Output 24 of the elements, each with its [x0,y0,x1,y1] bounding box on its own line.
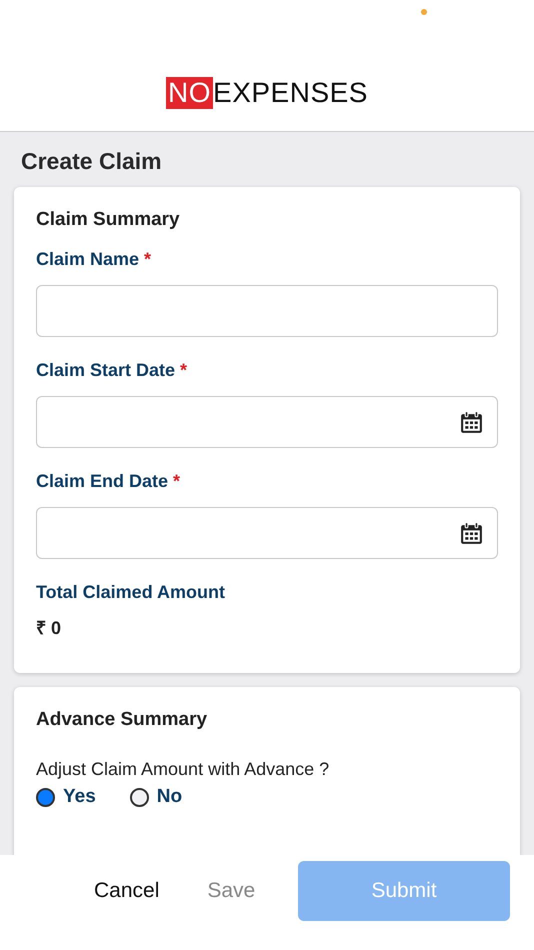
field-label: Claim Name * [36,249,152,270]
calendar-icon[interactable] [459,520,484,546]
input-field[interactable] [36,285,498,337]
radio-icon[interactable] [130,788,149,806]
field-label: Claim End Date * [36,471,182,492]
required-mark: * [143,249,152,269]
logo: NOEXPENSES [166,77,368,109]
calendar-icon[interactable] [459,410,484,434]
text-button[interactable]: Cancel [70,861,184,921]
total-amount: ₹ 0 [36,617,62,639]
required-mark: * [179,360,188,380]
page-title: Create Claim [20,147,163,176]
input-field[interactable] [36,507,498,559]
total-label: Total Claimed Amount [36,582,226,603]
status-dot-icon [421,9,427,15]
radio-icon[interactable] [36,788,55,806]
question-text: Adjust Claim Amount with Advance ? [36,759,330,780]
radio-option[interactable]: No [130,786,182,808]
card-title: Advance Summary [36,709,208,731]
required-mark: * [172,471,180,491]
card-title: Claim Summary [36,209,181,231]
radio-option[interactable]: Yes [36,786,96,808]
input-field[interactable] [36,396,498,448]
field-label: Claim Start Date * [36,360,188,381]
